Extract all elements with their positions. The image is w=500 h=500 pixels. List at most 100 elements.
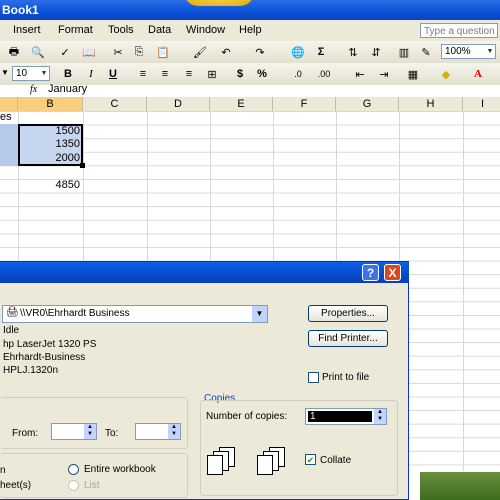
column-headers: B C D E F G H I [0,97,500,112]
autosum-icon[interactable]: Σ [313,44,329,60]
print-to-file-checkbox[interactable] [308,372,319,383]
cell-a1[interactable]: es [0,111,12,124]
print-to-file-label: Print to file [322,372,370,383]
col-header-a[interactable] [0,97,18,111]
chevron-down-icon: ▼ [486,48,494,55]
standard-toolbar: 🖶 🔍 ✓ 📖 ✂ ⎘ 📋 🖌 ↶ ↷ 🌐 Σ ⇅ ⇵ ▥ ✎ 100% ▼ [0,41,500,64]
col-header-b[interactable]: B [18,97,83,111]
col-header-e[interactable]: E [210,97,273,111]
col-header-d[interactable]: D [147,97,210,111]
align-right-icon[interactable]: ≡ [181,66,197,82]
chart-wizard-icon[interactable]: ▥ [396,44,412,60]
active-sheets-label: heet(s) [0,480,32,491]
desktop-background [420,472,500,500]
copies-value[interactable]: 1 [308,411,372,422]
underline-button[interactable]: U [105,66,121,82]
cell-b3[interactable]: 1350 [20,138,80,151]
collate-pages-icon [257,447,289,475]
research-icon[interactable]: 📖 [81,44,97,60]
font-size-value: 10 [16,68,28,79]
print-preview-icon[interactable]: 🔍 [30,44,46,60]
currency-button[interactable]: $ [232,66,248,82]
window-title: Book1 [2,3,39,17]
decrease-indent-icon[interactable]: ⇤ [352,66,368,82]
cut-icon[interactable]: ✂ [110,44,126,60]
font-color-icon[interactable]: A [470,66,486,82]
sort-ascending-icon[interactable]: ⇅ [345,44,361,60]
number-of-copies-label: Number of copies: [206,411,288,422]
printer-type: hp LaserJet 1320 PS [3,339,97,350]
zoom-select[interactable]: 100% ▼ [441,44,496,59]
fill-handle[interactable] [80,163,85,168]
col-header-i[interactable]: I [463,97,500,111]
menu-tools[interactable]: Tools [108,24,134,36]
close-button[interactable]: X [384,264,401,281]
printer-comment: HPLJ.1320n [3,365,59,376]
increase-decimal-icon[interactable]: .0 [290,66,306,82]
selection-label: n [0,465,6,476]
col-header-c[interactable]: C [83,97,147,111]
bold-button[interactable]: B [60,66,76,82]
copies-spinner[interactable]: 1 ▲ ▼ [305,408,387,425]
printer-name-value: \\VR0\Ehrhardt Business [20,308,130,319]
find-printer-button[interactable]: Find Printer... [308,330,388,347]
spinner-arrows-icon: ▲ ▼ [84,424,96,439]
collate-checkbox[interactable]: ✔ [305,454,316,465]
printer-name-select[interactable]: 🖨 \\VR0\Ehrhardt Business ▼ [2,305,268,323]
entire-workbook-radio[interactable] [68,464,79,475]
collate-label: Collate [320,455,352,466]
undo-icon[interactable]: ↶ [218,44,234,60]
cell-b2[interactable]: 1500 [20,125,80,138]
chevron-down-icon: ▼ [40,70,48,77]
hyperlink-icon[interactable]: 🌐 [290,44,306,60]
print-dialog: ? X 🖨 \\VR0\Ehrhardt Business ▼ Properti… [0,261,409,500]
to-label: To: [105,428,119,439]
percent-button[interactable]: % [254,66,270,82]
print-what-group [0,453,188,498]
sort-descending-icon[interactable]: ⇵ [368,44,384,60]
cell-b4[interactable]: 2000 [20,152,80,165]
borders-icon[interactable]: ▦ [405,66,421,82]
help-button[interactable]: ? [362,264,379,281]
menu-insert[interactable]: Insert [13,24,41,36]
spinner-arrows-icon: ▲ ▼ [168,424,180,439]
italic-button[interactable]: I [83,66,99,82]
entire-workbook-label: Entire workbook [84,464,156,475]
menu-format[interactable]: Format [58,24,93,36]
dialog-title-bar: ? X [0,262,409,283]
paste-icon[interactable]: 📋 [155,44,171,60]
align-center-icon[interactable]: ≡ [157,66,173,82]
list-radio [68,480,79,491]
help-search-input[interactable]: Type a question [420,23,498,38]
redo-icon[interactable]: ↷ [252,44,268,60]
cell-b6[interactable]: 4850 [20,179,80,192]
print-icon[interactable]: 🖶 [6,44,22,60]
merge-center-icon[interactable]: ⊞ [204,66,220,82]
spinner-arrows-icon: ▲ ▼ [374,409,386,424]
increase-indent-icon[interactable]: ⇥ [376,66,392,82]
to-page-spinner[interactable]: ▲ ▼ [135,423,181,440]
title-bar: Book1 [0,0,500,20]
spelling-icon[interactable]: ✓ [57,44,73,60]
decrease-decimal-icon[interactable]: .00 [316,66,332,82]
menu-data[interactable]: Data [148,24,171,36]
col-header-f[interactable]: F [273,97,336,111]
menu-window[interactable]: Window [186,24,225,36]
col-header-g[interactable]: G [336,97,399,111]
col-header-h[interactable]: H [399,97,463,111]
properties-button[interactable]: Properties... [308,305,388,322]
from-page-spinner[interactable]: ▲ ▼ [51,423,97,440]
drawing-icon[interactable]: ✎ [418,44,434,60]
chevron-down-icon: ▼ [252,306,267,322]
fx-icon[interactable]: fx [30,84,37,95]
printer-where: Ehrhardt-Business [3,352,86,363]
copy-icon[interactable]: ⎘ [131,44,147,60]
formula-input[interactable]: January [48,83,87,95]
font-size-select[interactable]: 10 ▼ [12,66,50,81]
list-label: List [84,480,100,491]
fill-color-icon[interactable]: ◆ [438,66,454,82]
align-left-icon[interactable]: ≡ [135,66,151,82]
menu-help[interactable]: Help [239,24,262,36]
font-name-chevron-icon[interactable]: ▼ [1,68,9,77]
format-painter-icon[interactable]: 🖌 [192,44,208,60]
